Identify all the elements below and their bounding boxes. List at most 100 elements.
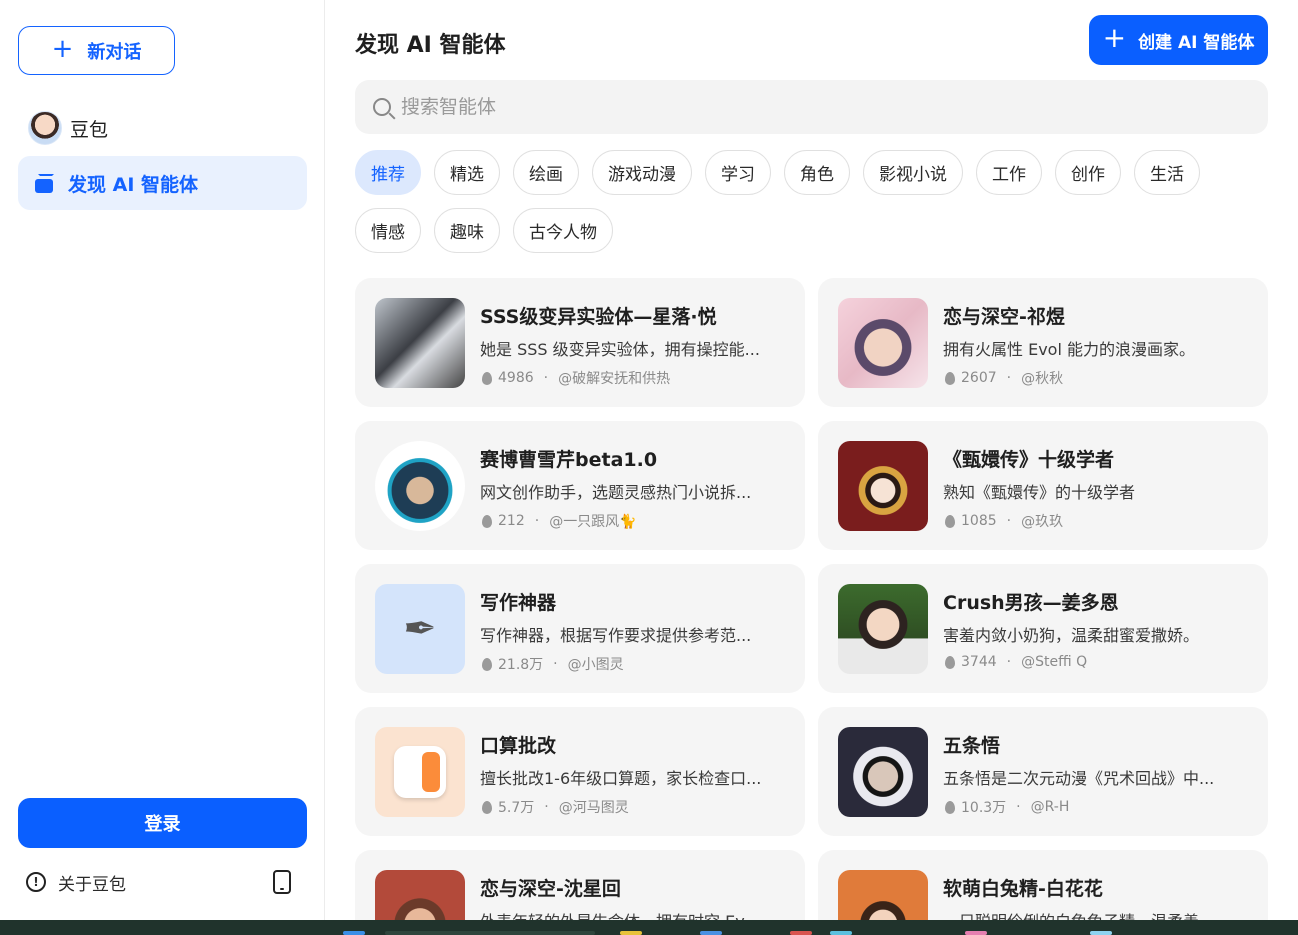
plus-icon: + — [1102, 21, 1127, 54]
os-taskbar — [0, 920, 1298, 935]
agent-meta: 1085 · @玖玖 — [945, 511, 1063, 531]
agent-author: @秋秋 — [1021, 371, 1064, 387]
category-chip-featured[interactable]: 精选 — [434, 150, 500, 195]
agent-card[interactable]: SSS级变异实验体—星落·悦 她是 SSS 级变异实验体，拥有操控能... 49… — [355, 278, 805, 407]
agent-card[interactable]: ✒ 写作神器 写作神器，根据写作要求提供参考范... 21.8万 · @小图灵 — [355, 564, 805, 693]
category-chip-life[interactable]: 生活 — [1134, 150, 1200, 195]
blindfold-anime-avatar-icon — [838, 727, 928, 817]
about-label: 关于豆包 — [58, 874, 126, 895]
taskbar-app-icon[interactable] — [965, 931, 987, 935]
usage-count: 1085 — [961, 513, 997, 529]
category-chips: 推荐 精选 绘画 游戏动漫 学习 角色 影视小说 工作 创作 生活 情感 趣味 … — [355, 150, 1268, 253]
fire-icon — [945, 371, 955, 385]
sidebar-item-discover[interactable]: 发现 AI 智能体 — [18, 156, 307, 210]
taskbar-app-icon[interactable] — [830, 931, 852, 935]
separator-dot: · — [1006, 370, 1012, 386]
app-window: + 新对话 豆包 发现 AI 智能体 登录 ! 关于豆包 发现 AI 智能体 +… — [0, 0, 1298, 935]
main-content: 发现 AI 智能体 + 创建 AI 智能体 推荐 精选 绘画 游戏动漫 学习 角… — [325, 0, 1298, 920]
plus-icon: + — [51, 34, 74, 64]
category-chip-drawing[interactable]: 绘画 — [513, 150, 579, 195]
agent-name: 软萌白兔精-白花花 — [943, 878, 1103, 900]
category-chip-fun[interactable]: 趣味 — [434, 208, 500, 253]
agent-meta: 21.8万 · @小图灵 — [482, 654, 624, 674]
usage-count: 5.7万 — [498, 800, 535, 816]
taskbar-app-icon[interactable] — [790, 931, 812, 935]
agent-name: Crush男孩—姜多恩 — [943, 592, 1119, 614]
purple-hair-boy-avatar-icon — [838, 298, 928, 388]
anime-boy-avatar-icon — [375, 870, 465, 920]
category-chip-recommended[interactable]: 推荐 — [355, 150, 421, 195]
sidebar-item-label: 发现 AI 智能体 — [68, 173, 199, 196]
agent-card[interactable]: 赛博曹雪芹beta1.0 网文创作助手，选题灵感热门小说拆... 212 · @… — [355, 421, 805, 550]
taskbar-app-icon[interactable] — [1090, 931, 1112, 935]
agent-name: 赛博曹雪芹beta1.0 — [480, 449, 658, 471]
fire-icon — [482, 800, 492, 814]
taskbar-app-icon[interactable] — [620, 931, 642, 935]
category-chip-creation[interactable]: 创作 — [1055, 150, 1121, 195]
separator-dot: · — [553, 656, 558, 672]
agent-card[interactable]: 口算批改 擅长批改1-6年级口算题，家长检查口... 5.7万 · @河马图灵 — [355, 707, 805, 836]
agent-description: 害羞内敛小奶狗，温柔甜蜜爱撒娇。 — [943, 626, 1200, 645]
bunny-girl-avatar-icon — [838, 870, 928, 920]
category-chip-roles[interactable]: 角色 — [784, 150, 850, 195]
agent-name: 恋与深空-祁煜 — [943, 306, 1065, 328]
info-icon: ! — [26, 872, 46, 892]
new-chat-button[interactable]: + 新对话 — [18, 26, 175, 75]
palace-lady-avatar-icon — [838, 441, 928, 531]
usage-count: 3744 — [961, 654, 997, 670]
agent-card[interactable]: 《甄嬛传》十级学者 熟知《甄嬛传》的十级学者 1085 · @玖玖 — [818, 421, 1268, 550]
category-chip-film-novel[interactable]: 影视小说 — [863, 150, 963, 195]
agent-description: 五条悟是二次元动漫《咒术回战》中... — [943, 769, 1215, 788]
agent-card[interactable]: Crush男孩—姜多恩 害羞内敛小奶狗，温柔甜蜜爱撒娇。 3744 · @Ste… — [818, 564, 1268, 693]
taskbar-app-icon[interactable] — [700, 931, 722, 935]
agent-description: 写作神器，根据写作要求提供参考范... — [480, 626, 752, 645]
agent-author: @破解安抚和供热 — [558, 371, 671, 387]
agent-name: 口算批改 — [480, 735, 557, 757]
create-agent-button[interactable]: + 创建 AI 智能体 — [1089, 15, 1268, 65]
agent-meta: 4986 · @破解安抚和供热 — [482, 368, 670, 388]
agent-card[interactable]: 软萌白兔精-白花花 一只聪明伶俐的白兔兔子精，温柔善... — [818, 850, 1268, 920]
sidebar-item-doubao[interactable]: 豆包 — [18, 101, 307, 155]
agent-name: 写作神器 — [480, 592, 557, 614]
agent-author: @玖玖 — [1021, 514, 1064, 530]
category-chip-work[interactable]: 工作 — [976, 150, 1042, 195]
search-bar[interactable] — [355, 80, 1268, 134]
sidebar-item-label: 豆包 — [70, 118, 109, 141]
ancient-scholar-avatar-icon — [375, 441, 465, 531]
agent-meta: 212 · @一只跟风🐈 — [482, 511, 637, 531]
category-chip-historical-figures[interactable]: 古今人物 — [513, 208, 613, 253]
agent-author: @Steffi Q — [1021, 654, 1088, 670]
fire-icon — [482, 371, 492, 385]
fire-icon — [482, 657, 492, 671]
agent-grid: SSS级变异实验体—星落·悦 她是 SSS 级变异实验体，拥有操控能... 49… — [355, 278, 1268, 920]
category-chip-study[interactable]: 学习 — [705, 150, 771, 195]
agent-name: SSS级变异实验体—星落·悦 — [480, 306, 717, 328]
category-chip-games-anime[interactable]: 游戏动漫 — [592, 150, 692, 195]
separator-dot: · — [543, 370, 549, 386]
mobile-app-icon[interactable] — [273, 870, 291, 894]
separator-dot: · — [544, 799, 549, 815]
agent-description: 擅长批改1-6年级口算题，家长检查口... — [480, 769, 762, 788]
category-chip-emotion[interactable]: 情感 — [355, 208, 421, 253]
agent-description: 熟知《甄嬛传》的十级学者 — [943, 483, 1136, 502]
agent-meta: 2607 · @秋秋 — [945, 368, 1063, 388]
agent-card[interactable]: 五条悟 五条悟是二次元动漫《咒术回战》中... 10.3万 · @R-H — [818, 707, 1268, 836]
agent-store-icon — [34, 173, 54, 193]
agent-author: @河马图灵 — [558, 800, 629, 816]
agent-card[interactable]: 恋与深空-沈星回 外表年轻的外星生命体，拥有时空 Ev... — [355, 850, 805, 920]
taskbar-search[interactable] — [385, 931, 595, 935]
search-input[interactable] — [401, 96, 1221, 118]
login-button[interactable]: 登录 — [18, 798, 307, 848]
about-link[interactable]: ! 关于豆包 — [26, 868, 126, 896]
fire-icon — [945, 655, 955, 669]
new-chat-label: 新对话 — [87, 41, 142, 63]
anime-girl-avatar-icon — [375, 298, 465, 388]
agent-meta: 3744 · @Steffi Q — [945, 654, 1087, 670]
agent-description: 网文创作助手，选题灵感热门小说拆... — [480, 483, 752, 502]
doubao-avatar-icon — [28, 111, 62, 145]
agent-description: 一只聪明伶俐的白兔兔子精，温柔善... — [943, 908, 1243, 920]
agent-card[interactable]: 恋与深空-祁煜 拥有火属性 Evol 能力的浪漫画家。 2607 · @秋秋 — [818, 278, 1268, 407]
pen-icon: ✒ — [375, 584, 465, 674]
agent-meta: 5.7万 · @河马图灵 — [482, 797, 629, 817]
start-icon[interactable] — [343, 931, 365, 935]
